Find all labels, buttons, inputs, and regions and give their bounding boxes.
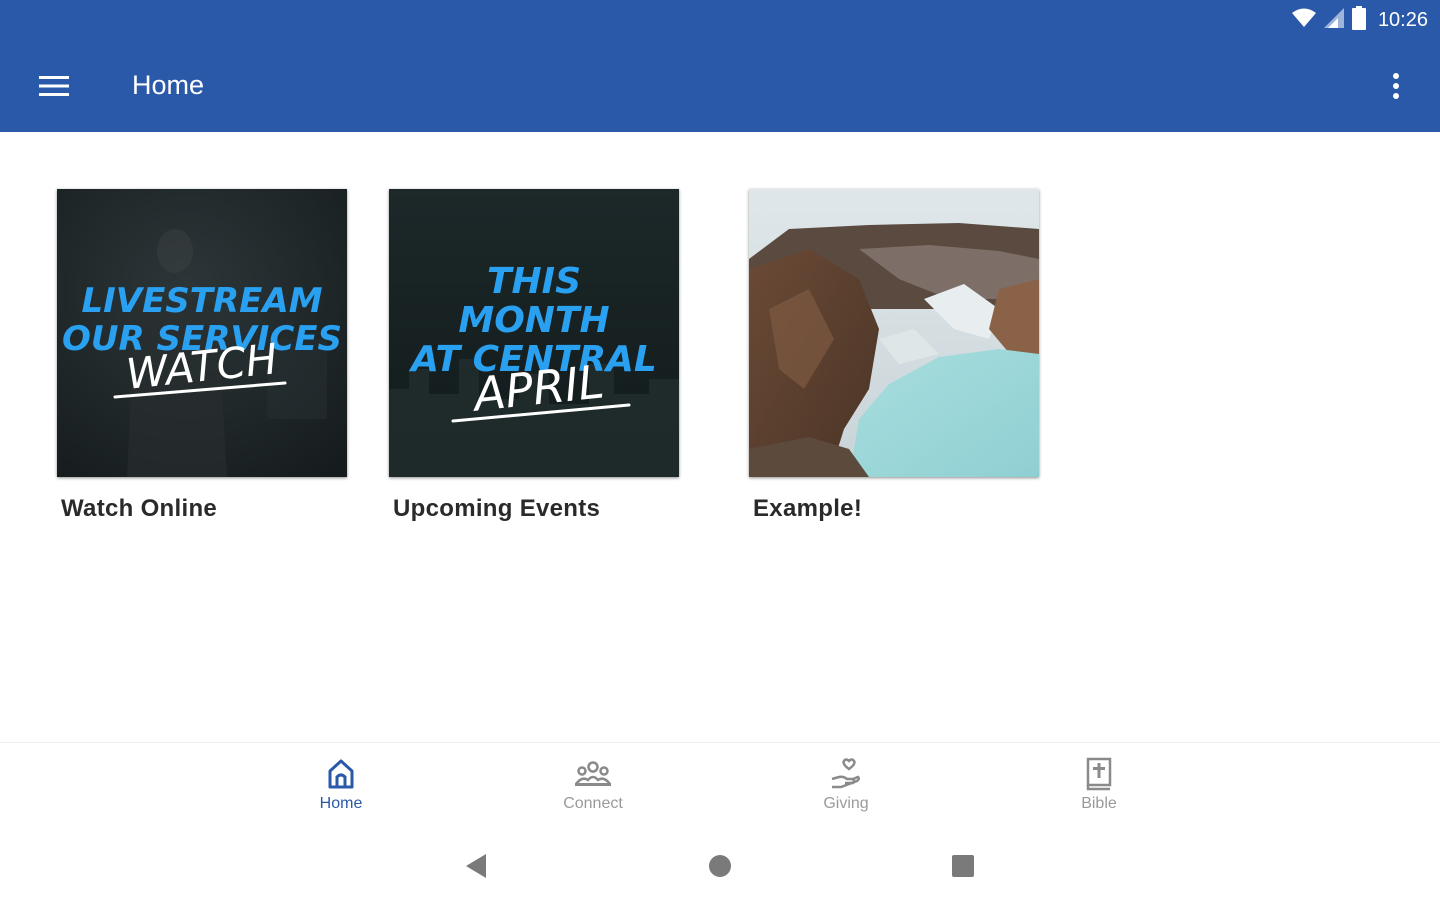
hamburger-menu-icon[interactable] [30,66,78,106]
system-navigation-bar [0,830,1440,900]
nav-item-bible[interactable]: Bible [1039,757,1159,813]
tile-upcoming-events[interactable]: THIS MONTH AT CENTRAL APRIL Upcoming Eve… [389,189,679,523]
status-icons: 10:26 [1291,6,1428,35]
cell-signal-icon [1323,8,1344,33]
nav-item-home[interactable]: Home [281,757,401,813]
home-icon [281,757,401,791]
watch-online-image: LIVESTREAM OUR SERVICES WATCH [57,189,347,477]
tile-label: Example! [753,495,863,522]
recents-square-icon[interactable] [943,848,983,884]
people-icon [533,757,653,791]
app-bar: Home [0,40,1440,132]
upcoming-events-image: THIS MONTH AT CENTRAL APRIL [389,189,679,477]
home-circle-icon[interactable] [700,848,740,884]
tile-watch-online[interactable]: LIVESTREAM OUR SERVICES WATCH Watch Onli… [57,189,347,523]
bottom-navigation: Home Connect Giving Bible [0,742,1440,830]
bible-icon [1039,757,1159,791]
image-text-this: THIS [487,261,581,302]
nav-label: Connect [563,795,623,812]
example-image [749,189,1039,477]
tile-label: Upcoming Events [393,495,601,522]
nav-label: Giving [823,795,869,812]
giving-hand-icon [786,757,906,791]
image-text-livestream: LIVESTREAM [81,281,322,321]
nav-item-giving[interactable]: Giving [786,757,906,813]
battery-icon [1351,6,1366,35]
image-text-month: MONTH [458,300,609,341]
tile-label: Watch Online [61,495,218,522]
nav-label: Bible [1081,795,1117,812]
more-vertical-icon[interactable] [1378,66,1414,106]
nav-item-connect[interactable]: Connect [533,757,653,813]
nav-label: Home [319,795,363,812]
wifi-icon [1291,8,1316,33]
status-bar: 10:26 [0,0,1440,40]
tile-example[interactable]: Example! [749,189,1039,523]
status-time: 10:26 [1377,9,1428,31]
back-icon[interactable] [456,848,496,884]
page-title: Home [132,70,205,100]
